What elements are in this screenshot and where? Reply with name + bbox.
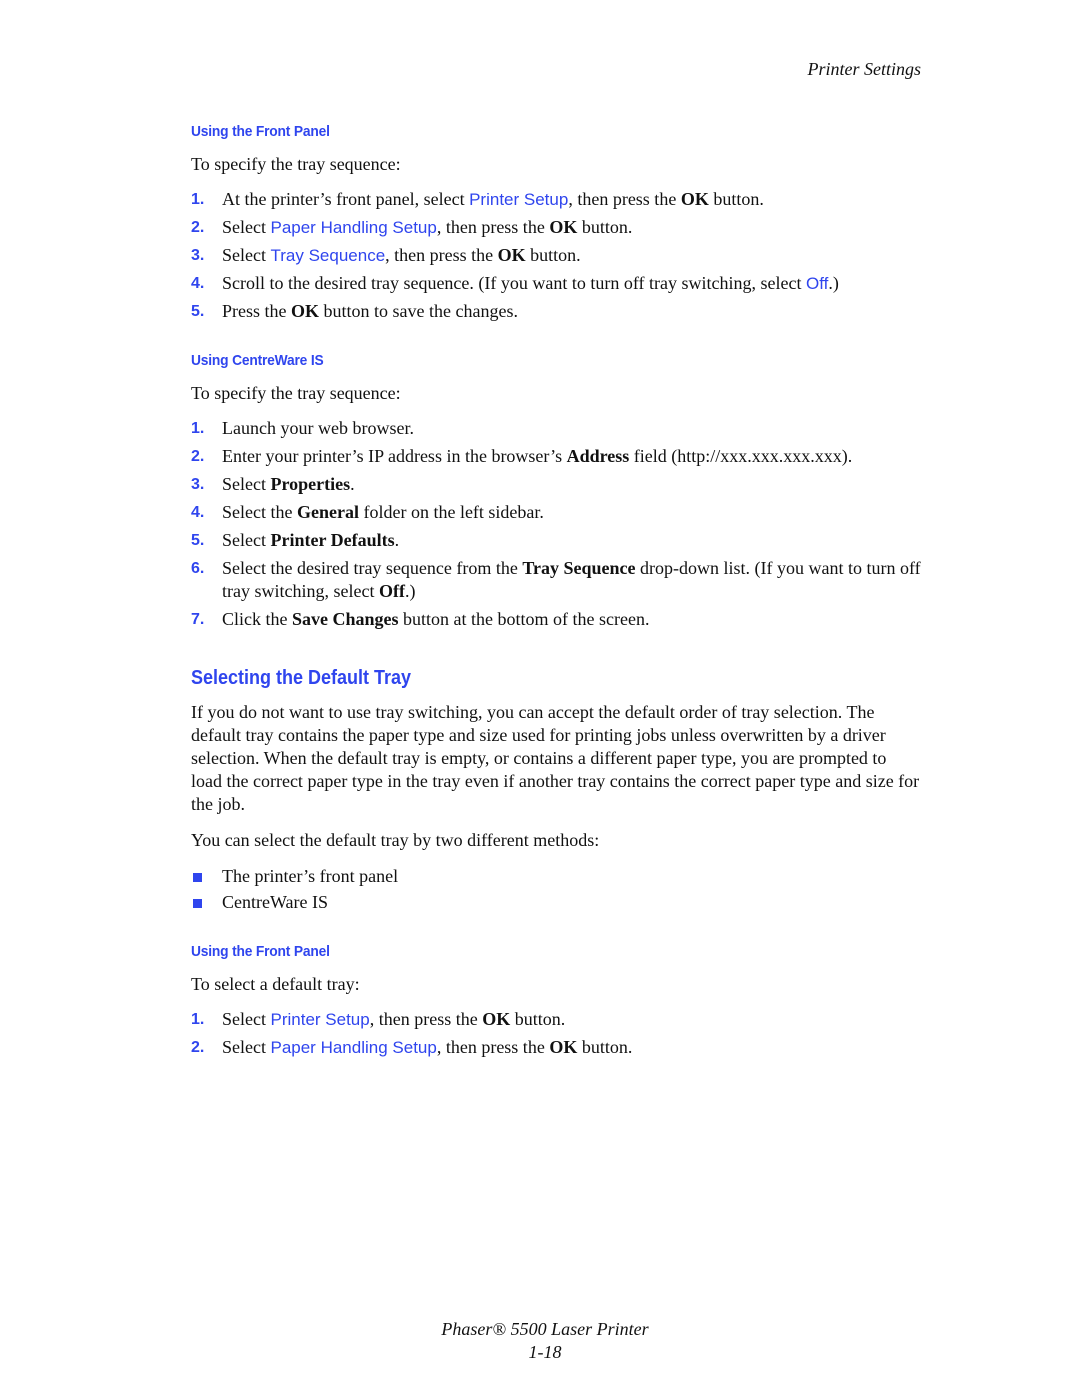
steps-list-default-tray: 1. Select Printer Setup, then press the … bbox=[191, 1008, 921, 1064]
square-bullet-icon bbox=[193, 899, 202, 908]
list-item: 7. Click the Save Changes button at the … bbox=[191, 609, 650, 629]
step-number: 2. bbox=[191, 448, 205, 465]
step-number: 3. bbox=[191, 476, 205, 493]
list-item: 5. Select Printer Defaults. bbox=[191, 530, 400, 550]
step-number: 1. bbox=[191, 1011, 205, 1028]
step-number: 3. bbox=[191, 247, 205, 264]
list-item: 5. Press the OK button to save the chang… bbox=[191, 301, 518, 321]
subheading-front-panel: Using the Front Panel bbox=[191, 123, 330, 140]
list-item: 2. Select Paper Handling Setup, then pre… bbox=[191, 217, 633, 237]
intro-text: To specify the tray sequence: bbox=[191, 383, 401, 403]
intro-text: To specify the tray sequence: bbox=[191, 154, 401, 174]
ui-term: Off bbox=[806, 274, 829, 293]
section-heading-default-tray: Selecting the Default Tray bbox=[191, 667, 412, 689]
ui-term: Paper Handling Setup bbox=[270, 1038, 437, 1057]
step-number: 5. bbox=[191, 532, 205, 549]
step-number: 1. bbox=[191, 191, 205, 208]
intro-text: To select a default tray: bbox=[191, 974, 360, 994]
list-item: 1. Launch your web browser. bbox=[191, 418, 414, 438]
list-item: 4. Select the General folder on the left… bbox=[191, 502, 544, 522]
step-number: 7. bbox=[191, 611, 205, 628]
methods-intro: You can select the default tray by two d… bbox=[191, 830, 600, 850]
square-bullet-icon bbox=[193, 873, 202, 882]
methods-list: The printer’s front panel CentreWare IS bbox=[191, 865, 921, 917]
footer-product: Phaser® 5500 Laser Printer bbox=[441, 1319, 649, 1339]
subheading-centreware: Using CentreWare IS bbox=[191, 352, 324, 369]
step-number: 4. bbox=[191, 275, 205, 292]
steps-list-centreware: 1. Launch your web browser. 2. Enter you… bbox=[191, 417, 921, 636]
list-item: 6. Select the desired tray sequence from… bbox=[191, 558, 921, 601]
list-item: 1. Select Printer Setup, then press the … bbox=[191, 1009, 566, 1029]
footer-page-number: 1-18 bbox=[528, 1342, 562, 1362]
step-number: 5. bbox=[191, 303, 205, 320]
list-item: 3. Select Properties. bbox=[191, 474, 355, 494]
ui-term: Printer Setup bbox=[270, 1010, 370, 1029]
list-item: 2. Enter your printer’s IP address in th… bbox=[191, 446, 853, 466]
body-paragraph: If you do not want to use tray switching… bbox=[191, 702, 920, 814]
list-item: 3. Select Tray Sequence, then press the … bbox=[191, 245, 581, 265]
step-number: 2. bbox=[191, 1039, 205, 1056]
step-number: 4. bbox=[191, 504, 205, 521]
list-item: 4. Scroll to the desired tray sequence. … bbox=[191, 273, 839, 293]
list-item: 1. At the printer’s front panel, select … bbox=[191, 189, 764, 209]
running-header: Printer Settings bbox=[807, 59, 922, 79]
ui-term: Paper Handling Setup bbox=[270, 218, 437, 237]
step-number: 6. bbox=[191, 560, 205, 577]
steps-list-front-panel: 1. At the printer’s front panel, select … bbox=[191, 188, 921, 328]
subheading-front-panel-default: Using the Front Panel bbox=[191, 943, 330, 960]
list-item: 2. Select Paper Handling Setup, then pre… bbox=[191, 1037, 633, 1057]
step-number: 2. bbox=[191, 219, 205, 236]
ui-term: Tray Sequence bbox=[270, 246, 386, 265]
ui-term: Printer Setup bbox=[469, 190, 569, 209]
list-item: The printer’s front panel bbox=[191, 865, 921, 888]
document-page: Printer Settings Using the Front Panel T… bbox=[0, 0, 1080, 1397]
list-item: CentreWare IS bbox=[191, 891, 921, 914]
step-number: 1. bbox=[191, 420, 205, 437]
